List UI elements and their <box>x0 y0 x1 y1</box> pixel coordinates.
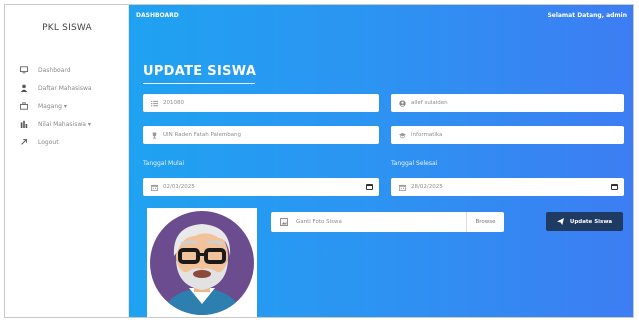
sidebar-item-nilai-mahasiswa[interactable]: Nilai Mahasiswa ▾ <box>19 115 92 133</box>
list-icon <box>150 99 158 107</box>
school-value: UIN Raden Fatah Palembang <box>163 132 242 138</box>
sidebar-item-label: Logout <box>38 138 59 146</box>
sidebar-item-label: Daftar Mahasiswa <box>38 84 92 92</box>
end-date-input[interactable]: 28/02/2025 <box>391 178 624 196</box>
major-input[interactable]: informatika <box>391 126 624 144</box>
user-icon <box>19 83 29 93</box>
main-content: DASHBOARD Selamat Datang, admin UPDATE S… <box>129 5 633 317</box>
graduation-icon <box>398 131 406 139</box>
update-siswa-label: Update Siswa <box>569 218 613 225</box>
app-window: PKL SISWA Dashboard Daftar Mahasiswa Mag… <box>4 4 634 318</box>
calendar-picker-icon[interactable] <box>611 184 618 190</box>
page-title: UPDATE SISWA <box>143 64 257 79</box>
welcome-text: Selamat Datang, admin <box>547 12 627 19</box>
sidebar-item-magang[interactable]: Magang ▾ <box>19 97 92 115</box>
avatar <box>150 211 254 315</box>
brand-title: PKL SISWA <box>42 23 92 33</box>
start-date-input[interactable]: 02/01/2025 <box>143 178 379 196</box>
monitor-icon <box>19 65 29 75</box>
update-siswa-button[interactable]: Update Siswa <box>546 212 623 231</box>
sidebar-item-logout[interactable]: Logout <box>19 133 92 151</box>
sidebar-item-label: Dashboard <box>38 66 71 74</box>
bar-chart-icon <box>19 119 29 129</box>
sidebar-nav: Dashboard Daftar Mahasiswa Magang ▾ Nila… <box>19 61 92 151</box>
topbar-title[interactable]: DASHBOARD <box>136 12 179 19</box>
sidebar-item-label: Nilai Mahasiswa ▾ <box>38 120 91 128</box>
major-value: informatika <box>411 132 443 138</box>
logout-icon <box>19 137 29 147</box>
user-circle-icon <box>398 99 406 107</box>
school-input[interactable]: UIN Raden Fatah Palembang <box>143 126 379 144</box>
trophy-icon <box>150 131 158 139</box>
nis-input[interactable]: 201080 <box>143 94 379 112</box>
calendar-icon <box>150 183 158 191</box>
end-date-label: Tanggal Selesai <box>391 160 438 167</box>
student-photo-card <box>147 208 257 317</box>
photo-placeholder: Ganti Foto Siswa <box>296 219 342 225</box>
briefcase-icon <box>19 101 29 111</box>
start-date-label: Tanggal Mulai <box>143 160 185 167</box>
start-date-value: 02/01/2025 <box>163 184 195 190</box>
send-icon <box>556 218 564 225</box>
sidebar: PKL SISWA Dashboard Daftar Mahasiswa Mag… <box>5 5 129 317</box>
name-input[interactable]: allef sulaiden <box>391 94 624 112</box>
name-value: allef sulaiden <box>411 100 448 106</box>
sidebar-item-dashboard[interactable]: Dashboard <box>19 61 92 79</box>
calendar-picker-icon[interactable] <box>366 184 373 190</box>
browse-button[interactable]: Browse <box>466 212 504 232</box>
image-icon <box>280 218 288 226</box>
heading-divider <box>143 83 255 84</box>
photo-file-input[interactable]: Ganti Foto Siswa Browse <box>271 212 504 232</box>
end-date-value: 28/02/2025 <box>411 184 443 190</box>
nis-value: 201080 <box>163 100 184 106</box>
sidebar-item-label: Magang ▾ <box>38 102 67 110</box>
calendar-icon <box>398 183 406 191</box>
sidebar-item-daftar-mahasiswa[interactable]: Daftar Mahasiswa <box>19 79 92 97</box>
